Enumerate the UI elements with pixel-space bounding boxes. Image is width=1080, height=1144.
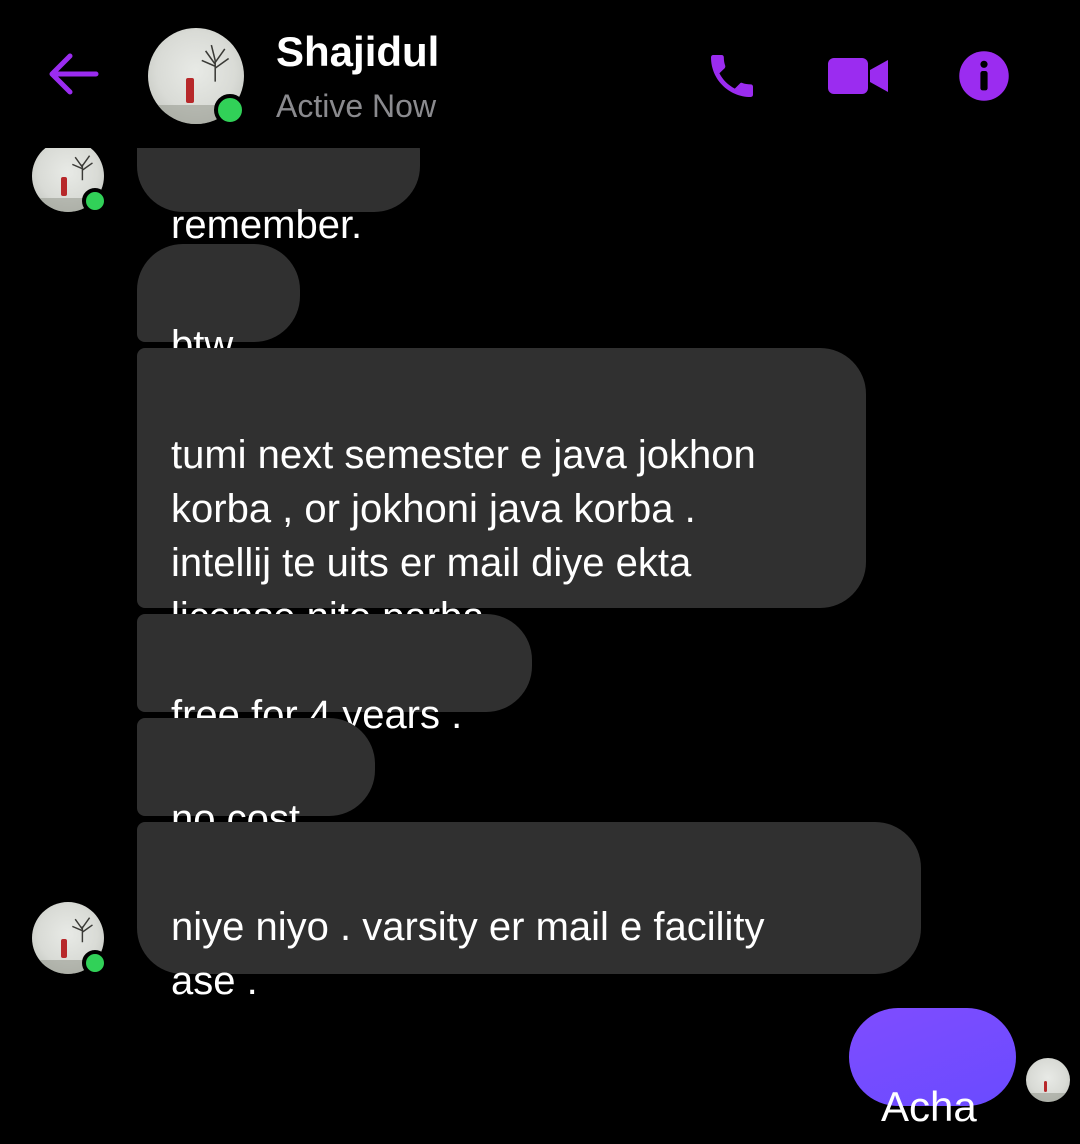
message-thread: remember. btw . tumi next semester e jav… <box>0 0 1080 1144</box>
video-camera-icon <box>828 58 888 94</box>
contact-avatar[interactable] <box>148 28 246 126</box>
message-bubble[interactable]: no cost . <box>137 718 375 841</box>
message-bubble[interactable]: niye niyo . varsity er mail e facility a… <box>137 822 921 1003</box>
sender-avatar[interactable] <box>32 902 108 976</box>
video-call-button[interactable] <box>826 44 890 108</box>
back-button[interactable] <box>44 48 104 100</box>
contact-name[interactable]: Shajidul <box>276 28 439 76</box>
seen-indicator-avatar <box>1026 1058 1070 1102</box>
message-bubble[interactable]: free for 4 years . <box>137 614 532 737</box>
message-text: niye niyo . varsity er mail e facility a… <box>171 905 765 1003</box>
call-button[interactable] <box>700 44 764 108</box>
message-bubble[interactable]: btw . <box>137 244 300 367</box>
avatar-photo <box>72 155 93 180</box>
message-text: tumi next semester e java jokhon korba ,… <box>171 433 756 639</box>
online-indicator <box>214 94 246 126</box>
contact-status: Active Now <box>276 88 437 124</box>
message-text: remember. <box>171 203 363 247</box>
avatar-photo <box>201 44 230 82</box>
info-button[interactable] <box>952 44 1016 108</box>
sender-avatar[interactable] <box>32 140 108 214</box>
info-icon <box>959 51 1009 101</box>
online-indicator <box>82 950 108 976</box>
avatar-photo <box>72 917 93 942</box>
back-arrow-icon <box>49 53 99 95</box>
phone-icon <box>711 55 753 97</box>
message-bubble-outgoing[interactable]: Acha <box>849 1008 1016 1130</box>
message-text: Acha <box>881 1083 977 1130</box>
conversation-header: Shajidul Active Now <box>0 0 1080 148</box>
online-indicator <box>82 188 108 214</box>
message-bubble[interactable]: tumi next semester e java jokhon korba ,… <box>137 348 866 639</box>
